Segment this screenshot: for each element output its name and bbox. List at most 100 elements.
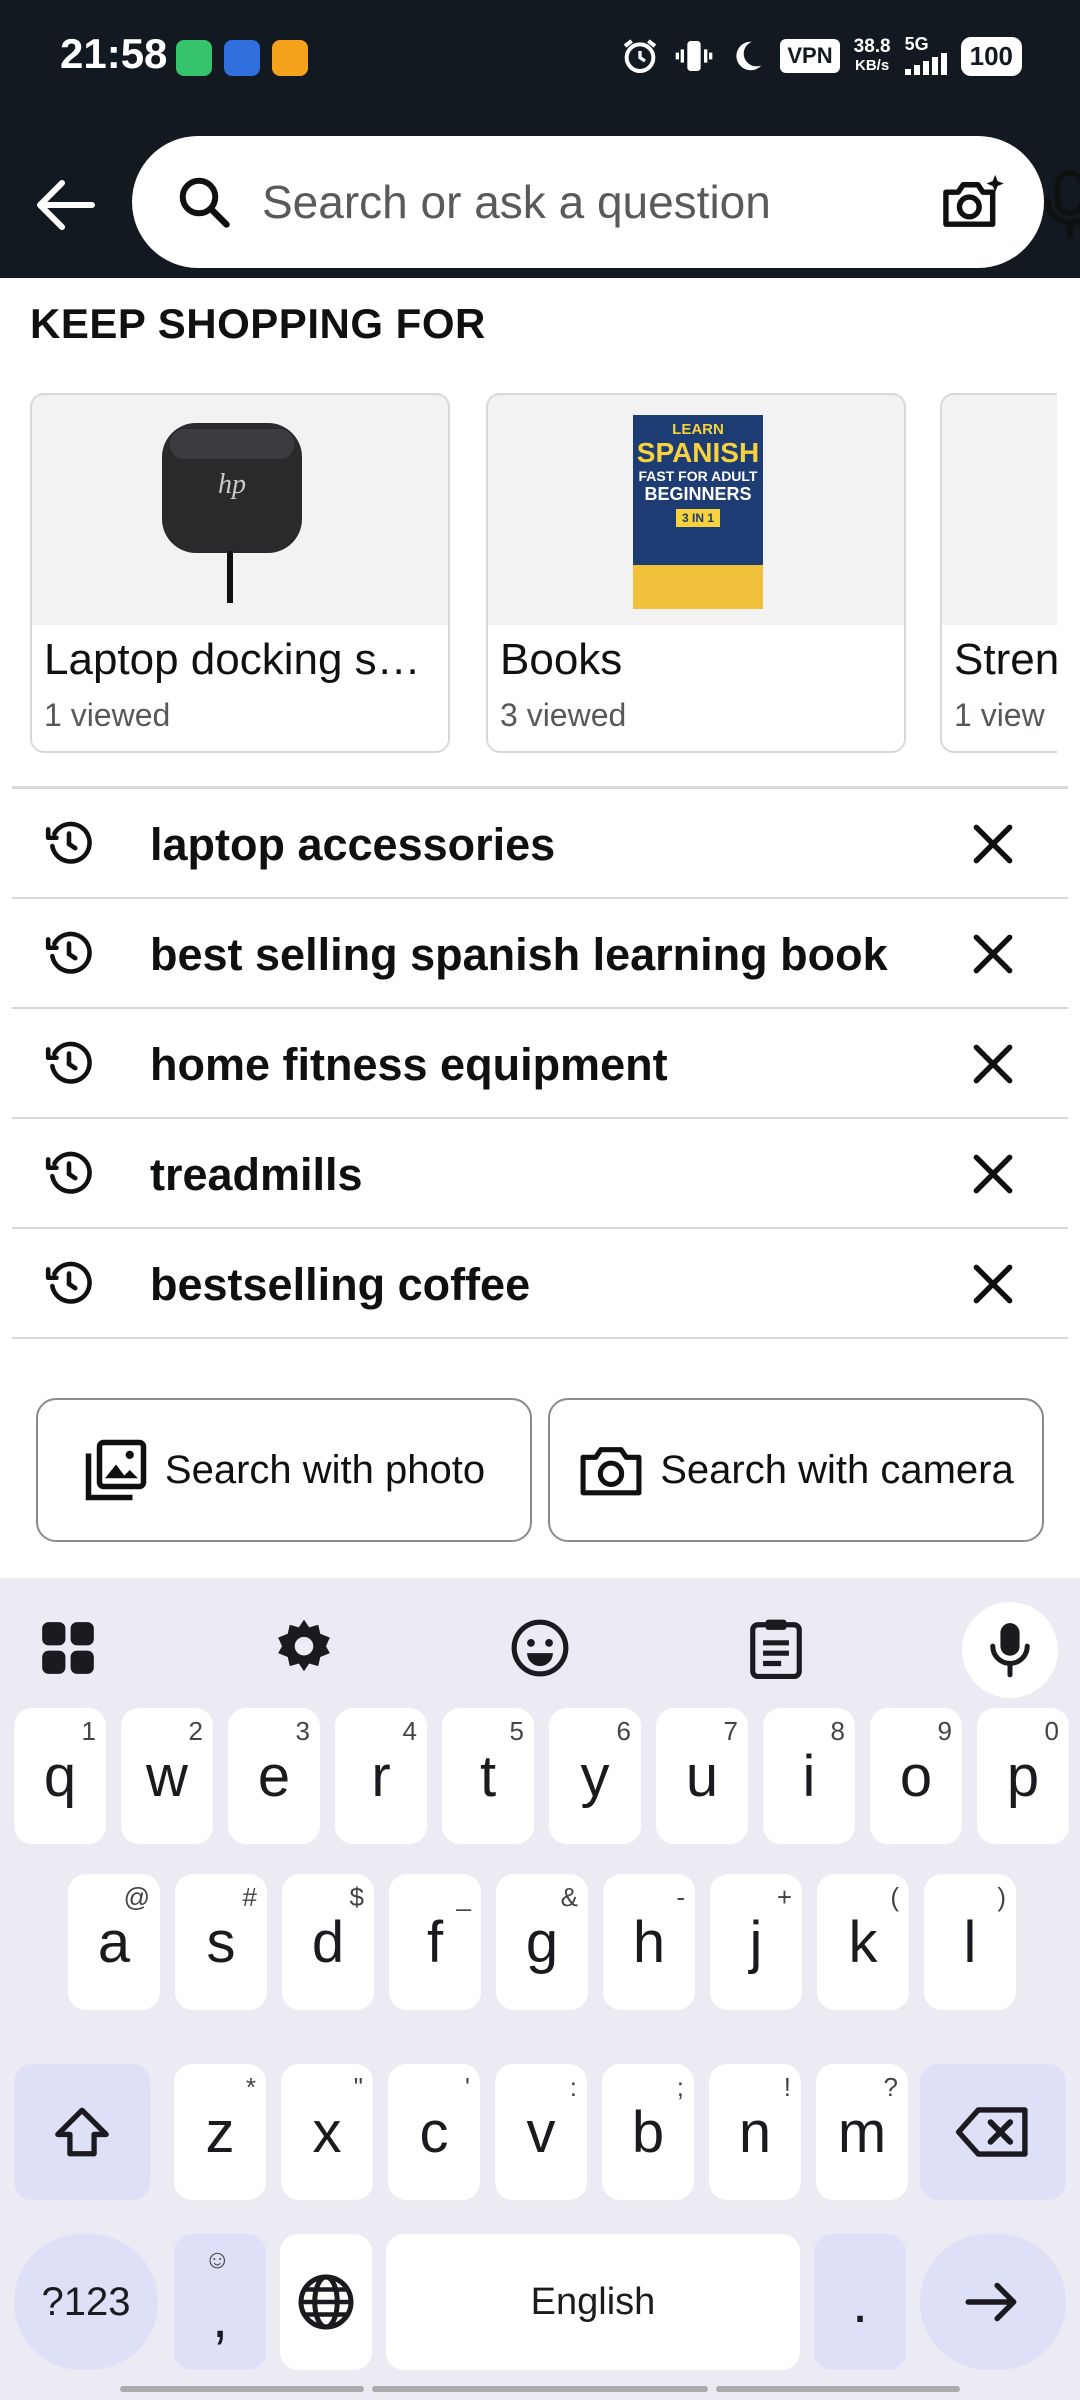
- key-hint: ?: [883, 2072, 898, 2102]
- key-hint: 4: [402, 1716, 417, 1746]
- key-x[interactable]: x ": [281, 2064, 373, 2200]
- keep-shopping-card[interactable]: hp Laptop docking s… 1 viewed: [30, 393, 450, 753]
- history-item[interactable]: bestselling coffee: [12, 1229, 1068, 1339]
- key-e[interactable]: e3: [228, 1708, 320, 1844]
- key-label: b: [631, 2099, 665, 2165]
- search-with-camera-button[interactable]: Search with camera: [548, 1398, 1044, 1542]
- key-y[interactable]: y6: [549, 1708, 641, 1844]
- key-hint: &: [560, 1882, 578, 1912]
- key-hint: 0: [1044, 1716, 1059, 1746]
- search-box[interactable]: [132, 136, 1080, 268]
- product-image: LEARN SPANISH FAST FOR ADULT BEGINNERS 3…: [488, 395, 904, 625]
- key-hint: 9: [937, 1716, 952, 1746]
- remove-history-button[interactable]: [968, 929, 1018, 979]
- history-query: best selling spanish learning book: [150, 929, 888, 980]
- history-item[interactable]: laptop accessories: [12, 789, 1068, 899]
- voice-search-button[interactable]: [1040, 168, 1080, 239]
- key-hint: @: [123, 1882, 150, 1912]
- remove-history-button[interactable]: [968, 1149, 1018, 1199]
- key-z[interactable]: z *: [174, 2064, 266, 2200]
- keyboard-clipboard-button[interactable]: [736, 1608, 816, 1688]
- period-key[interactable]: .: [814, 2234, 906, 2370]
- key-r[interactable]: r4: [335, 1708, 427, 1844]
- key-label: z: [205, 2099, 235, 2165]
- grid-apps-icon: [42, 1622, 94, 1674]
- keyboard-voice-button[interactable]: [962, 1602, 1058, 1698]
- search-input[interactable]: [262, 170, 922, 234]
- key-hint: #: [242, 1882, 257, 1912]
- enter-key[interactable]: [920, 2234, 1066, 2370]
- key-w[interactable]: w2: [121, 1708, 213, 1844]
- comma-key[interactable]: ☺ ,: [174, 2234, 266, 2370]
- key-hint: 2: [188, 1716, 203, 1746]
- key-label: d: [311, 1909, 345, 1975]
- shift-key[interactable]: [14, 2064, 150, 2200]
- key-label: j: [749, 1909, 763, 1975]
- history-item[interactable]: home fitness equipment: [12, 1009, 1068, 1119]
- key-n[interactable]: n!: [709, 2064, 801, 2200]
- keyboard-emoji-button[interactable]: [500, 1608, 580, 1688]
- space-key[interactable]: English: [386, 2234, 800, 2370]
- key-hint: 1: [81, 1716, 96, 1746]
- key-i[interactable]: i8: [763, 1708, 855, 1844]
- language-key[interactable]: [280, 2234, 372, 2370]
- key-q[interactable]: q1: [14, 1708, 106, 1844]
- history-item[interactable]: treadmills: [12, 1119, 1068, 1229]
- key-label: u: [685, 1743, 719, 1809]
- notification-app-icon-green: [176, 40, 212, 76]
- key-label: w: [146, 1743, 188, 1809]
- keep-shopping-card[interactable]: Stren 1 view: [940, 393, 1057, 753]
- key-l[interactable]: l): [924, 1874, 1016, 2010]
- nav-handle: [716, 2386, 960, 2392]
- history-item[interactable]: best selling spanish learning book: [12, 899, 1068, 1009]
- key-a[interactable]: a @: [68, 1874, 160, 2010]
- key-f[interactable]: f _: [389, 1874, 481, 2010]
- key-label: m: [837, 2099, 887, 2165]
- key-o[interactable]: o9: [870, 1708, 962, 1844]
- lens-camera-button[interactable]: [938, 170, 1008, 234]
- key-label: l: [963, 1909, 977, 1975]
- close-icon: [973, 824, 1013, 864]
- key-label: p: [1006, 1743, 1040, 1809]
- backspace-key[interactable]: [920, 2064, 1066, 2200]
- product-image: [942, 395, 1057, 625]
- key-hint: :: [569, 2072, 577, 2102]
- keyboard-settings-button[interactable]: [264, 1608, 344, 1688]
- keep-shopping-card[interactable]: LEARN SPANISH FAST FOR ADULT BEGINNERS 3…: [486, 393, 906, 753]
- remove-history-button[interactable]: [968, 1039, 1018, 1089]
- key-c[interactable]: c ': [388, 2064, 480, 2200]
- keyboard-apps-button[interactable]: [28, 1608, 108, 1688]
- key-hint: 6: [616, 1716, 631, 1746]
- key-s[interactable]: s #: [175, 1874, 267, 2010]
- key-label: q: [43, 1743, 77, 1809]
- key-label: r: [371, 1743, 391, 1809]
- nav-handle: [372, 2386, 708, 2392]
- key-h[interactable]: h-: [603, 1874, 695, 2010]
- key-u[interactable]: u7: [656, 1708, 748, 1844]
- key-d[interactable]: d $: [282, 1874, 374, 2010]
- key-hint: !: [783, 2072, 791, 2102]
- search-with-photo-button[interactable]: Search with photo: [36, 1398, 532, 1542]
- key-v[interactable]: v:: [495, 2064, 587, 2200]
- key-p[interactable]: p0: [977, 1708, 1069, 1844]
- key-j[interactable]: j +: [710, 1874, 802, 2010]
- key-t[interactable]: t5: [442, 1708, 534, 1844]
- key-g[interactable]: g &: [496, 1874, 588, 2010]
- alarm-icon: [624, 39, 657, 73]
- key-b[interactable]: b;: [602, 2064, 694, 2200]
- remove-history-button[interactable]: [968, 819, 1018, 869]
- key-k[interactable]: k(: [817, 1874, 909, 2010]
- key-hint: 8: [830, 1716, 845, 1746]
- symbols-key[interactable]: ?123: [14, 2234, 158, 2370]
- network-type: 5G: [904, 35, 947, 78]
- camera-icon: [580, 1447, 642, 1496]
- key-hint: +: [776, 1882, 792, 1912]
- key-m[interactable]: m?: [816, 2064, 908, 2200]
- history-clock-icon: [45, 1261, 92, 1304]
- gear-icon: [278, 1619, 330, 1672]
- back-button[interactable]: [30, 170, 100, 240]
- key-hint: ): [997, 1882, 1006, 1912]
- remove-history-button[interactable]: [968, 1259, 1018, 1309]
- close-icon: [973, 1264, 1013, 1304]
- search-icon: [179, 177, 230, 228]
